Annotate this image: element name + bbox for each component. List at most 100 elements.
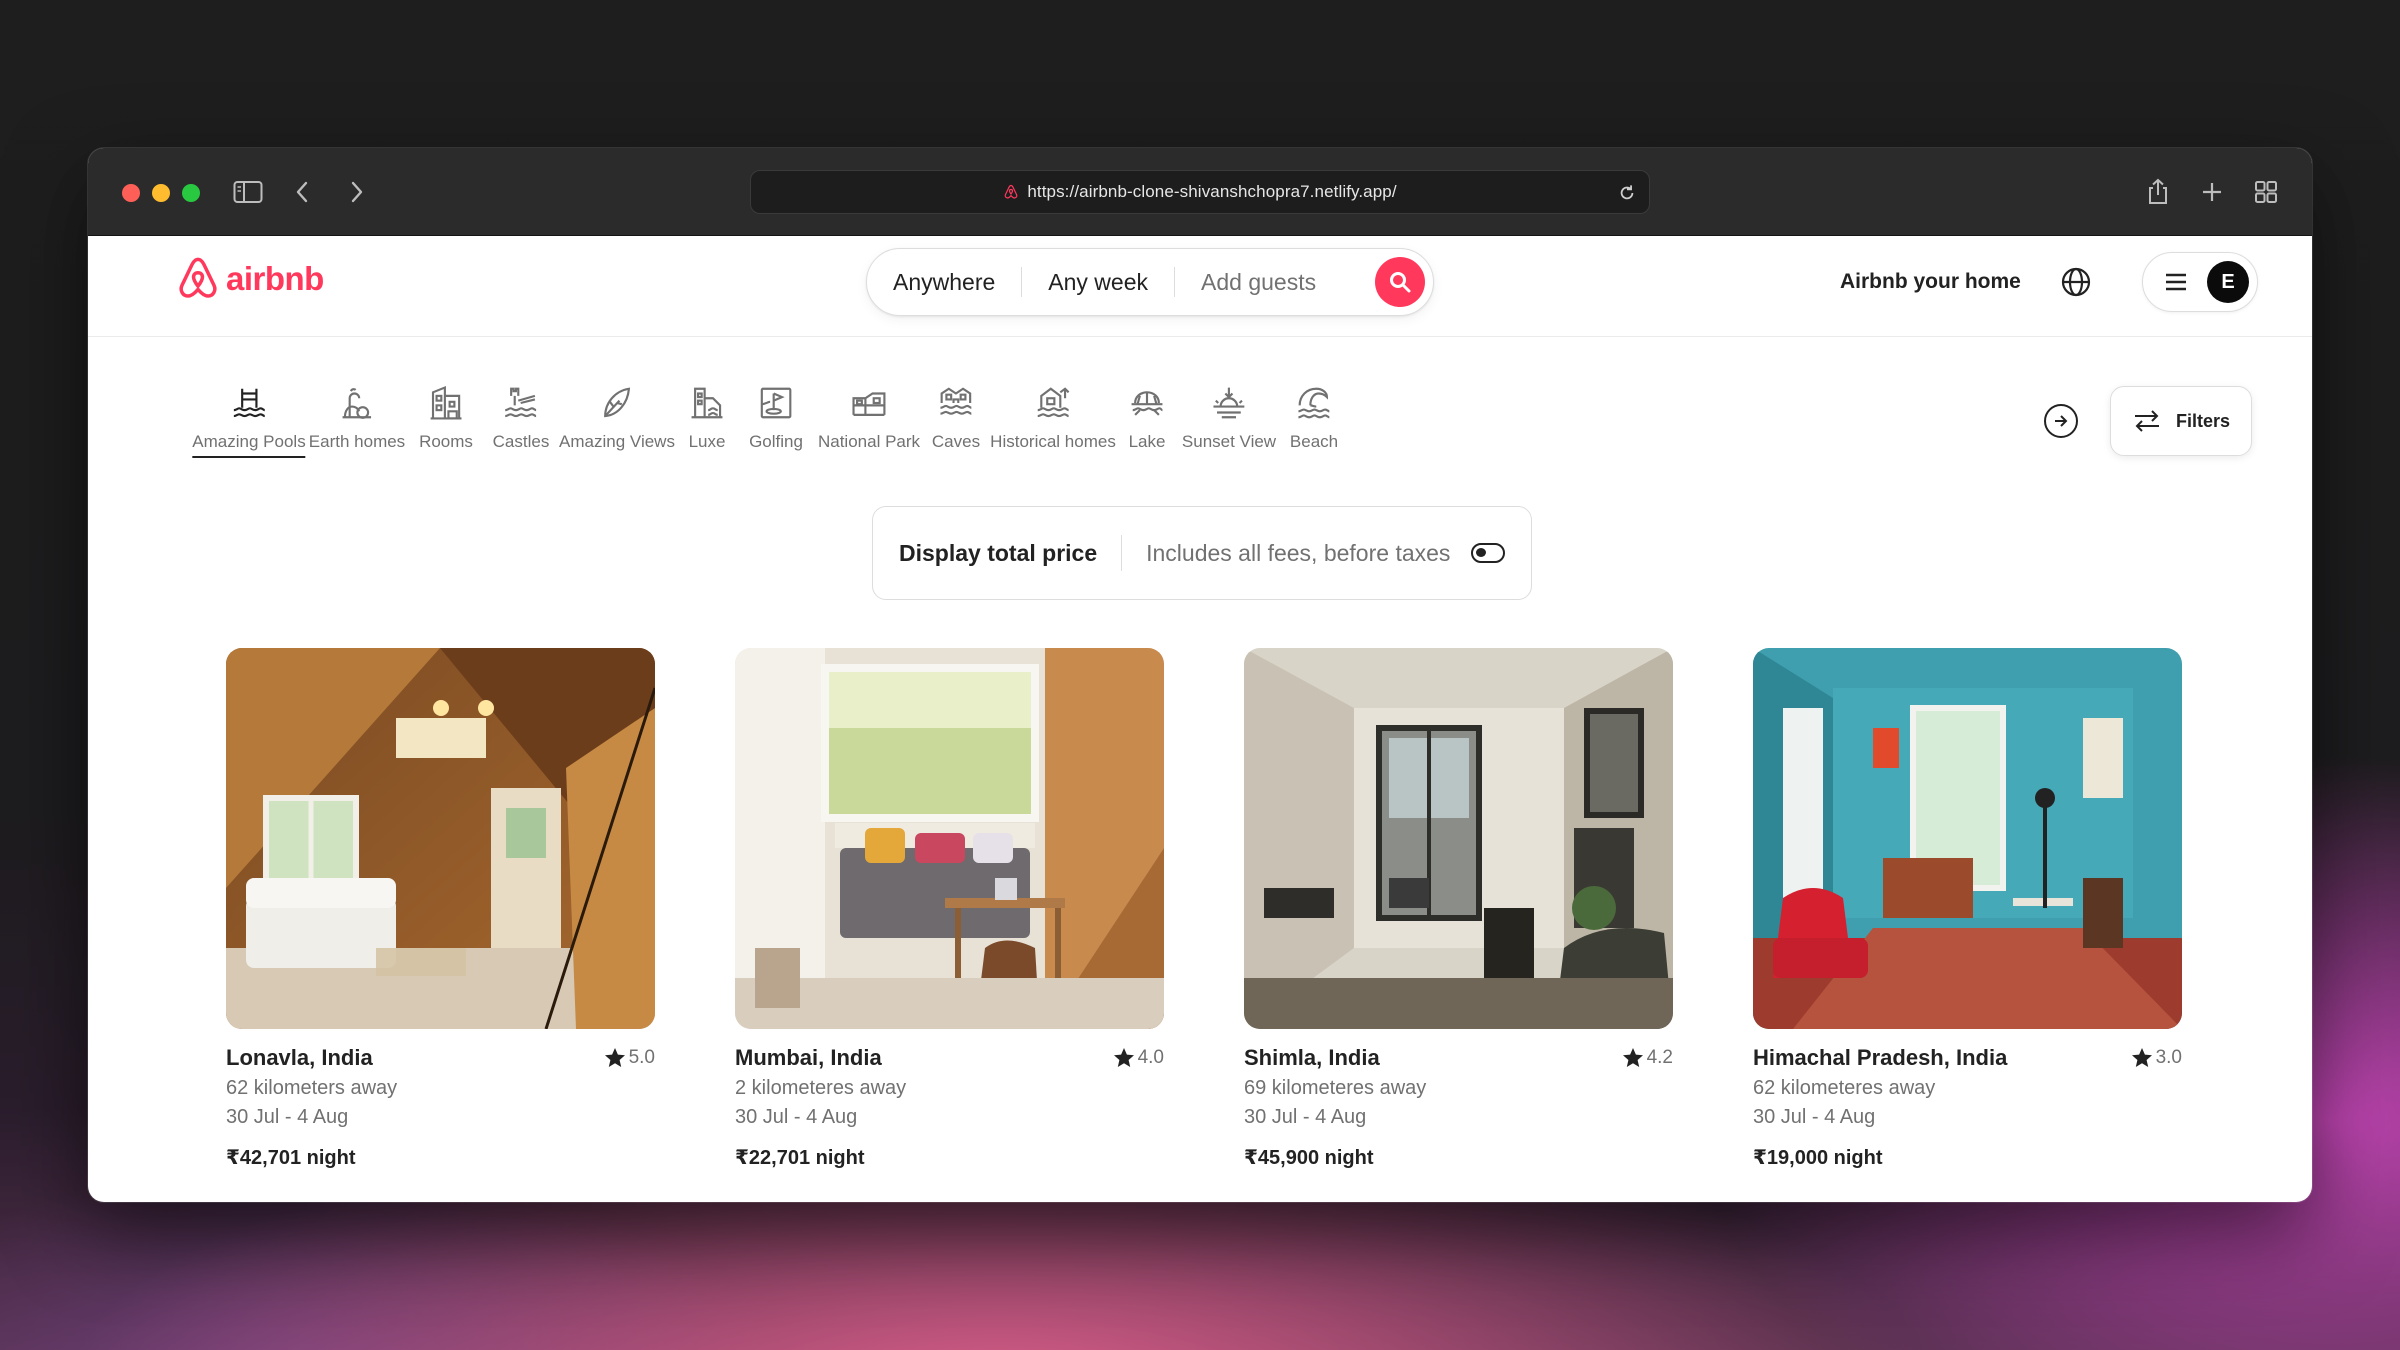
arrow-right-icon [2055, 415, 2068, 427]
category-earth-homes[interactable]: Earth homes [309, 384, 405, 456]
listing-rating: 4.2 [1621, 1046, 1673, 1070]
listing-photo[interactable] [1244, 648, 1673, 1029]
star-icon [604, 1048, 625, 1067]
share-icon[interactable] [2138, 172, 2178, 212]
category-castles[interactable]: Castles [492, 384, 550, 456]
listing-distance: 62 kilometeres away [1753, 1077, 1936, 1099]
forward-icon[interactable] [337, 172, 377, 212]
globe-icon[interactable] [2058, 264, 2094, 300]
listing-price: ₹45,900 night [1244, 1147, 1374, 1169]
sunset-icon [1213, 387, 1245, 419]
reload-icon[interactable] [1615, 181, 1639, 205]
listing-distance: 2 kilometeres away [735, 1077, 907, 1099]
category-label: Rooms [419, 432, 473, 451]
category-golfing[interactable]: Golfing [749, 384, 803, 456]
listing-card[interactable]: Shimla, India 4.2 69 kilometeres away 30… [1244, 648, 1673, 1170]
cave-icon [940, 387, 972, 415]
host-link[interactable]: Airbnb your home [1840, 270, 2021, 294]
total-price-toggle[interactable]: Display total price Includes all fees, b… [872, 506, 1532, 600]
listing-card[interactable]: Himachal Pradesh, India 3.0 62 kilometer… [1753, 648, 2182, 1170]
listing-card[interactable]: Mumbai, India 4.0 2 kilometeres away 30 … [735, 648, 1164, 1170]
tab-overview-icon[interactable] [2246, 172, 2286, 212]
category-label: Historical homes [990, 432, 1116, 451]
listing-location[interactable]: Himachal Pradesh, India [1753, 1045, 2007, 1071]
listing-price: ₹19,000 night [1753, 1147, 1883, 1169]
filters-button[interactable]: Filters [2110, 386, 2252, 456]
listing-location[interactable]: Lonavla, India [226, 1045, 373, 1071]
close-window-button[interactable] [122, 184, 140, 202]
listing-rating: 4.0 [1112, 1046, 1164, 1070]
category-label: Amazing Pools [192, 432, 306, 458]
search-bar[interactable]: Anywhere Any week Add guests [866, 248, 1434, 316]
site-favicon-icon [1004, 184, 1018, 199]
category-luxe[interactable]: Luxe [688, 384, 726, 456]
star-icon [1622, 1048, 1643, 1067]
back-icon[interactable] [282, 172, 322, 212]
castle-icon [505, 387, 537, 418]
lake-icon [1131, 391, 1163, 416]
listing-location[interactable]: Shimla, India [1244, 1045, 1380, 1071]
total-price-switch[interactable] [1471, 543, 1505, 563]
category-beach[interactable]: Beach [1290, 384, 1338, 456]
category-label: Castles [492, 432, 550, 451]
url-text: https://airbnb-clone-shivanshchopra7.net… [1027, 182, 1397, 201]
listing-rating-value: 4.2 [1646, 1047, 1673, 1068]
listing-dates: 30 Jul - 4 Aug [1244, 1106, 1367, 1128]
listing-rating-value: 4.0 [1137, 1047, 1164, 1068]
site-header: airbnb Anywhere Any week Add guests Airb… [88, 236, 2312, 337]
category-amazing-views[interactable]: Amazing Views [559, 384, 675, 456]
zoom-window-button[interactable] [182, 184, 200, 202]
pool-icon [233, 388, 265, 418]
category-rooms[interactable]: Rooms [419, 384, 473, 456]
sidebar-toggle-icon[interactable] [228, 172, 268, 212]
filters-label: Filters [2175, 410, 2231, 431]
listing-photo[interactable] [226, 648, 655, 1029]
park-icon [852, 392, 886, 416]
category-historical-homes[interactable]: Historical homes [990, 384, 1116, 456]
total-price-subtitle: Includes all fees, before taxes [1146, 539, 1451, 566]
category-caves[interactable]: Caves [932, 384, 980, 456]
golf-icon [760, 387, 792, 419]
search-anywhere-button[interactable]: Anywhere [867, 269, 1021, 296]
category-national-park[interactable]: National Park [818, 384, 920, 456]
category-label: Earth homes [308, 432, 406, 451]
rooms-icon [430, 385, 462, 420]
category-sunset-view[interactable]: Sunset View [1182, 384, 1276, 456]
search-add-guests-button[interactable]: Add guests [1175, 269, 1342, 296]
listing-photo[interactable] [1753, 648, 2182, 1029]
listing-price: ₹22,701 night [735, 1147, 865, 1169]
browser-window: https://airbnb-clone-shivanshchopra7.net… [88, 148, 2312, 1202]
airbnb-logo[interactable]: airbnb [176, 256, 324, 302]
listing-dates: 30 Jul - 4 Aug [226, 1106, 349, 1128]
listing-rating-value: 3.0 [2155, 1047, 2182, 1068]
listing-photo[interactable] [735, 648, 1164, 1029]
category-label: Luxe [688, 432, 726, 451]
listing-price: ₹42,701 night [226, 1147, 356, 1169]
listing-location[interactable]: Mumbai, India [735, 1045, 882, 1071]
airbnb-logo-icon [179, 257, 217, 298]
listing-rating: 5.0 [603, 1046, 655, 1070]
address-bar[interactable]: https://airbnb-clone-shivanshchopra7.net… [750, 170, 1650, 214]
new-tab-icon[interactable] [2192, 172, 2232, 212]
total-price-title: Display total price [899, 539, 1098, 566]
category-label: Golfing [749, 432, 803, 451]
minimize-window-button[interactable] [152, 184, 170, 202]
listing-distance: 62 kilometers away [226, 1077, 398, 1099]
category-next-button[interactable] [2044, 404, 2078, 438]
category-amazing-pools[interactable]: Amazing Pools [192, 384, 306, 458]
view-icon [604, 387, 631, 418]
category-lake[interactable]: Lake [1128, 384, 1166, 456]
search-any-week-button[interactable]: Any week [1022, 269, 1174, 296]
logo-wordmark: airbnb [226, 260, 324, 297]
listing-card[interactable]: Lonavla, India 5.0 62 kilometers away 30… [226, 648, 655, 1170]
category-label: Caves [931, 432, 981, 451]
category-label: Lake [1128, 432, 1166, 451]
hamburger-menu-icon [2166, 273, 2186, 291]
search-button[interactable] [1375, 257, 1425, 307]
listing-distance: 69 kilometeres away [1244, 1077, 1427, 1099]
category-label: National Park [817, 432, 921, 451]
window-controls [122, 184, 200, 202]
avatar: E [2207, 261, 2249, 303]
luxe-icon [691, 387, 723, 419]
user-menu-button[interactable]: E [2142, 252, 2258, 312]
